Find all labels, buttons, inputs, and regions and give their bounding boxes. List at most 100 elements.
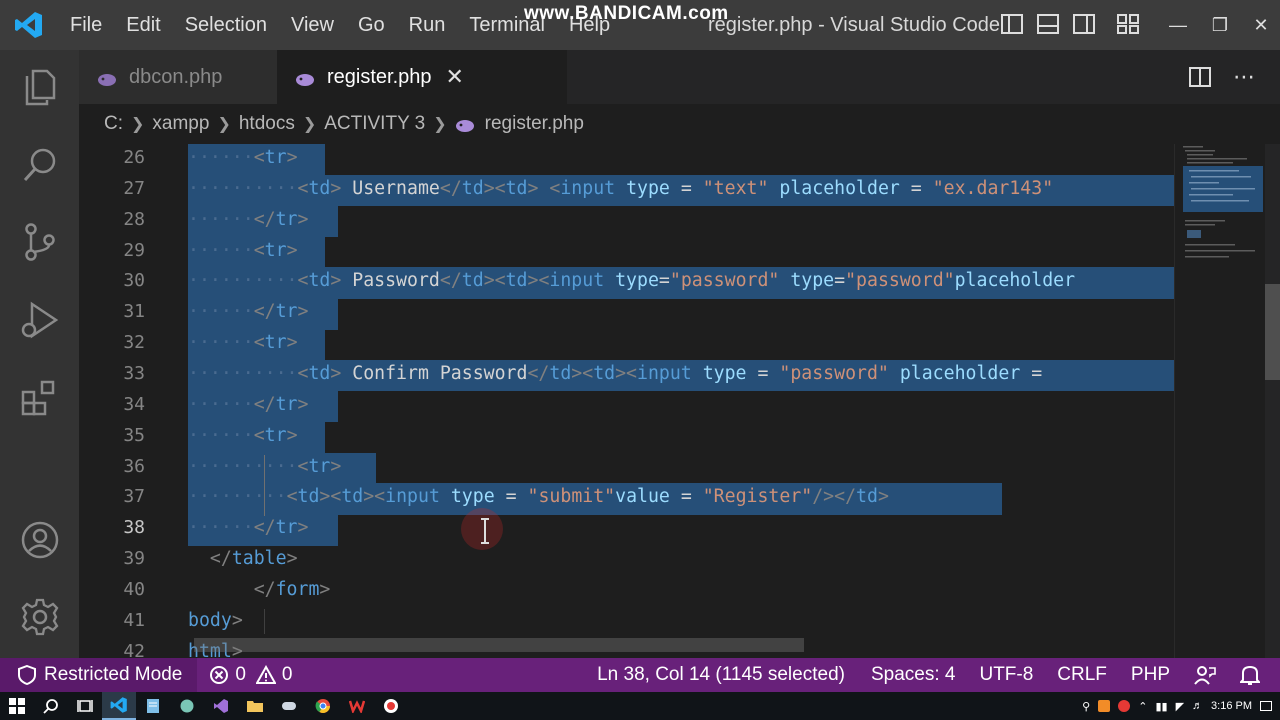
menu-view[interactable]: View [279,0,346,50]
tab-dbcon[interactable]: dbcon.php [79,50,277,104]
code-line[interactable]: ······<tr> [188,144,298,173]
code-line[interactable]: ······<tr> [188,327,298,358]
search-icon[interactable] [0,135,79,195]
language-mode[interactable]: PHP [1119,664,1182,686]
end-of-line[interactable]: CRLF [1045,664,1119,686]
task-view-icon[interactable] [68,692,102,720]
source-control-icon[interactable] [0,212,79,272]
run-debug-icon[interactable] [0,290,79,350]
breadcrumb-item[interactable]: xampp [152,113,209,135]
code-token: "text" [702,177,769,199]
people-icon[interactable]: ⚲ [1082,700,1090,713]
line-number: 39 [123,548,145,570]
minimap[interactable] [1174,144,1280,658]
split-editor-icon[interactable] [1189,66,1211,88]
code-line[interactable]: ··········<td> Username</td><td> <input … [188,173,1053,204]
code-token: type [615,270,659,292]
tray-app-icon[interactable] [1098,700,1111,712]
toggle-panel-icon[interactable] [1036,12,1060,36]
code-line[interactable]: ······</tr> [188,204,308,235]
code-line[interactable]: ······</tr> [188,512,308,543]
close-window-icon[interactable]: ✕ [1240,0,1280,50]
scrollbar-thumb[interactable] [1265,284,1280,380]
wps-office-icon[interactable] [340,692,374,720]
code-line[interactable]: </table> [188,543,298,574]
app-taskbar-icon[interactable] [170,692,204,720]
chrome-icon[interactable] [306,692,340,720]
minimize-icon[interactable]: — [1157,0,1199,50]
restricted-mode-indicator[interactable]: Restricted Mode [0,658,198,692]
bandicam-icon[interactable] [374,692,408,720]
vscode-taskbar-icon[interactable] [102,692,136,720]
code-token: = [494,486,528,508]
code-line[interactable]: </form> [188,574,331,605]
toggle-sidebar-icon[interactable] [1000,12,1024,36]
clock[interactable]: 3:16 PM [1211,700,1252,712]
menu-selection[interactable]: Selection [173,0,279,50]
breadcrumb-item[interactable]: htdocs [239,113,295,135]
menu-file[interactable]: File [58,0,114,50]
problems-indicator[interactable]: 0 0 [197,664,304,686]
taskbar-search-icon[interactable] [34,692,68,720]
close-tab-icon[interactable]: ✕ [446,64,464,90]
action-center-icon[interactable] [1260,701,1272,711]
menu-edit[interactable]: Edit [114,0,172,50]
code-token: type [626,177,670,199]
line-number: 31 [123,301,145,323]
encoding[interactable]: UTF-8 [967,664,1045,686]
code-token: td [461,177,484,199]
error-count: 0 [235,664,246,685]
code-line[interactable]: ······</tr> [188,389,308,420]
horizontal-scrollbar[interactable] [194,638,804,652]
code-token: </ [253,393,276,415]
tab-register[interactable]: register.php ✕ [277,50,567,104]
code-token: </ [439,177,462,199]
customize-layout-icon[interactable] [1116,12,1140,36]
code-line[interactable]: ··········<td> Password</td><td><input t… [188,265,1075,296]
network-icon[interactable]: ◤ [1176,700,1184,713]
code-token: type [790,270,835,292]
file-explorer-icon[interactable] [238,692,272,720]
system-tray: ⚲ ⌃ ▮▮ ◤ ♬ 3:16 PM [1082,692,1272,720]
menu-go[interactable]: Go [346,0,397,50]
app-taskbar-icon[interactable] [272,692,306,720]
breadcrumb-item[interactable]: ACTIVITY 3 [324,113,425,135]
extensions-icon[interactable] [0,368,79,428]
chevron-up-icon[interactable]: ⌃ [1138,700,1147,713]
bandicam-tray-icon[interactable] [1118,700,1131,712]
manage-gear-icon[interactable] [0,587,79,647]
restore-icon[interactable]: ❐ [1199,0,1241,50]
volume-icon[interactable]: ♬ [1192,700,1203,712]
explorer-icon[interactable] [0,58,79,118]
code-line[interactable]: ·········<td><td><input type = "submit"v… [188,481,889,512]
vertical-scrollbar[interactable] [1265,144,1280,658]
code-token: > [286,548,298,570]
warning-icon [255,665,276,684]
code-line[interactable]: ······</tr> [188,296,308,327]
code-token: table [231,548,287,570]
toggle-secondary-sidebar-icon[interactable] [1072,12,1096,36]
indent-whitespace: ·········· [188,362,298,384]
cursor-position[interactable]: Ln 38, Col 14 (1145 selected) [585,664,857,686]
breadcrumb-item[interactable]: register.php [485,113,584,135]
code-line[interactable]: ······<tr> [188,420,298,451]
code-area[interactable]: ······<tr> ··········<td> Username</td><t… [188,144,1174,658]
code-line[interactable]: ··········<td> Confirm Password</td><td>… [188,358,1042,389]
code-token: placeholder [899,362,1021,384]
menu-run[interactable]: Run [397,0,458,50]
battery-icon[interactable]: ▮▮ [1155,700,1167,713]
code-line[interactable]: body> [188,605,243,636]
notifications-bell-icon[interactable] [1228,664,1280,686]
breadcrumb-item[interactable]: C: [104,113,123,135]
visual-studio-taskbar-icon[interactable] [204,692,238,720]
code-line[interactable]: ······<tr> [188,235,298,266]
notepad-taskbar-icon[interactable] [136,692,170,720]
windows-start-icon[interactable] [0,692,34,720]
indentation[interactable]: Spaces: 4 [857,664,968,686]
more-actions-icon[interactable]: ⋯ [1233,64,1256,90]
accounts-icon[interactable] [0,510,79,570]
feedback-icon[interactable] [1182,664,1228,686]
code-editor[interactable]: 26 27 28 29 30 31 32 33 34 35 36 37 38 39 40 41 42 ·····… [79,144,1280,658]
code-token: "ex.dar143" [932,177,1054,199]
